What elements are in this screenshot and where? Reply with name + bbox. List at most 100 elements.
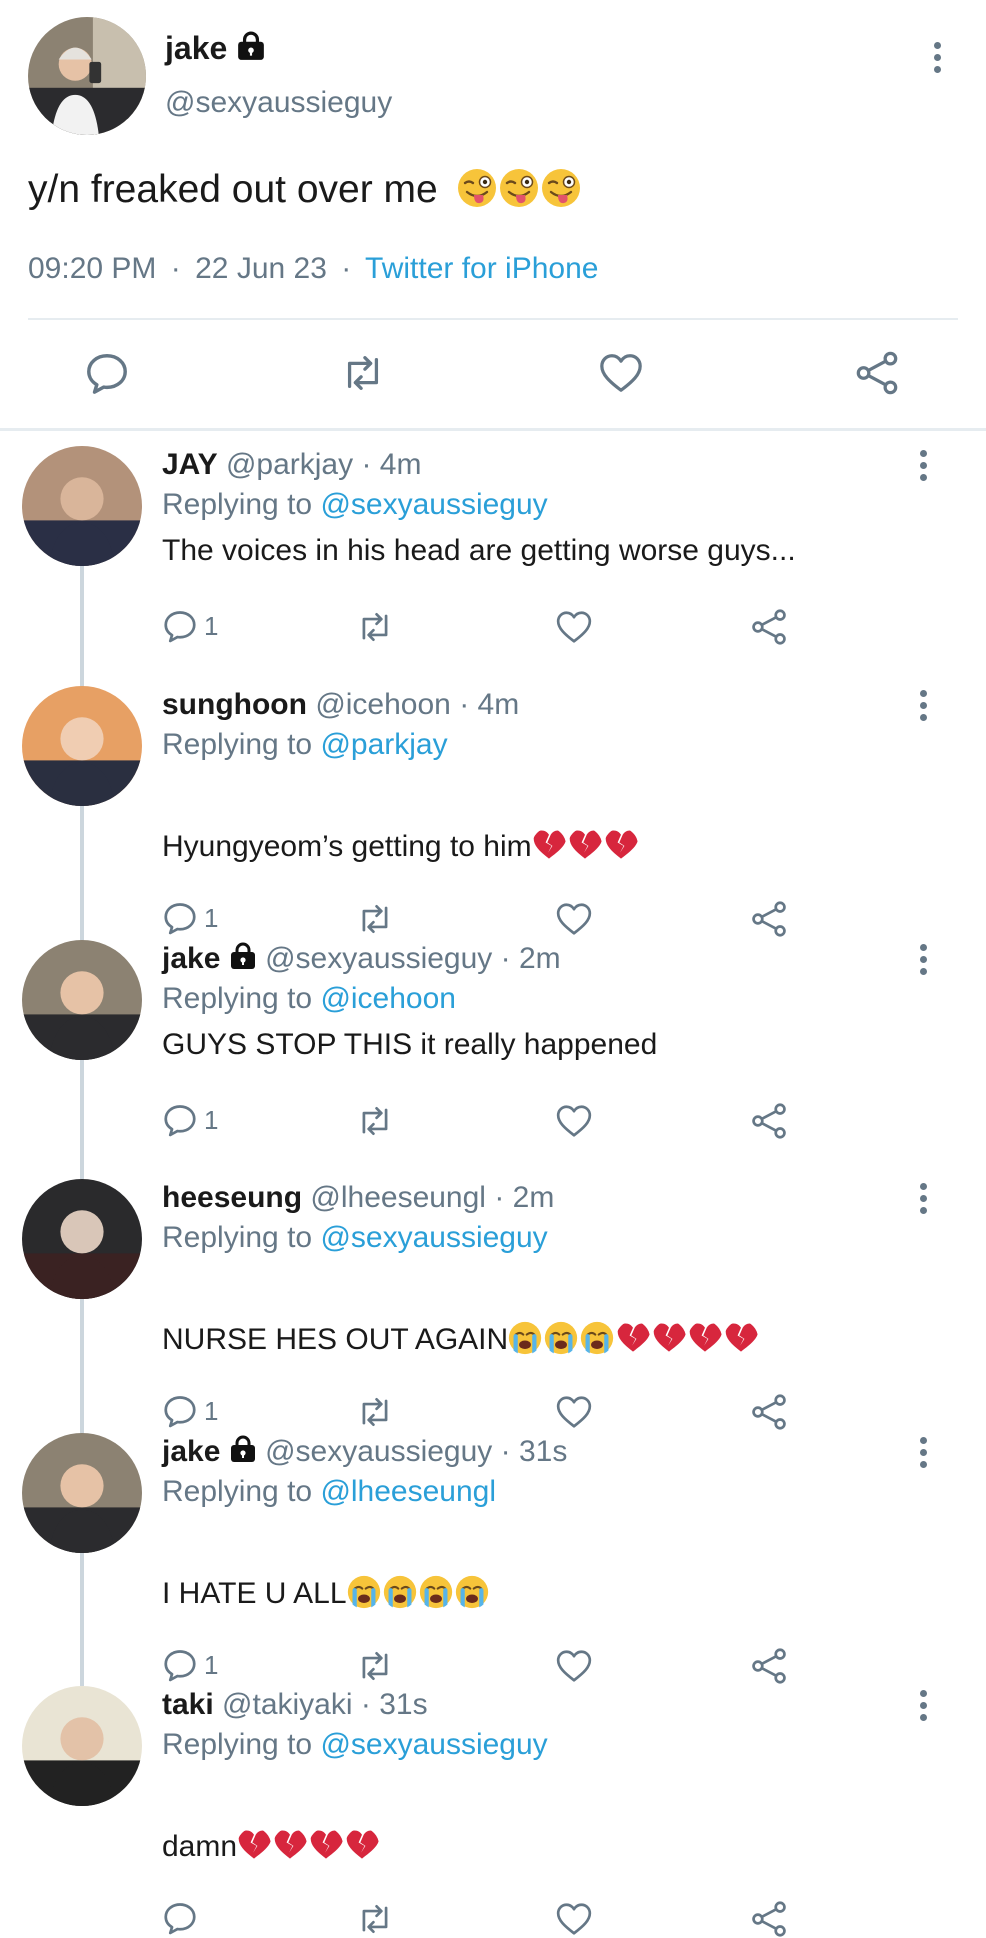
- share-icon[interactable]: [750, 1393, 788, 1431]
- reply-icon[interactable]: [162, 1102, 198, 1138]
- reply-text-row: damn: [162, 1828, 381, 1864]
- reply-icon[interactable]: [162, 900, 198, 936]
- more-options-icon[interactable]: [918, 1183, 928, 1219]
- reply-icon[interactable]: [162, 1647, 198, 1683]
- like-icon[interactable]: [555, 608, 593, 646]
- share-icon[interactable]: [750, 900, 788, 938]
- share-icon[interactable]: [750, 1900, 788, 1938]
- reply-icon[interactable]: [162, 1393, 198, 1429]
- reply-button[interactable]: 1: [162, 1647, 218, 1683]
- replying-to-link[interactable]: @parkjay: [320, 728, 447, 761]
- crying-emoji-icon: [419, 1575, 453, 1609]
- replying-to-link[interactable]: @sexyaussieguy: [320, 1221, 547, 1254]
- reply-icon[interactable]: [162, 1900, 198, 1936]
- author-handle[interactable]: @takiyaki: [222, 1688, 353, 1721]
- avatar[interactable]: [22, 1686, 142, 1806]
- avatar[interactable]: [22, 446, 142, 566]
- reply-icon[interactable]: [84, 350, 130, 396]
- author-name[interactable]: sunghoon: [162, 688, 307, 721]
- author-handle[interactable]: @icehoon: [315, 688, 451, 721]
- reply-text: I HATE U ALL: [162, 1577, 347, 1610]
- author-row: jake: [165, 30, 266, 67]
- avatar[interactable]: [22, 1179, 142, 1299]
- reply-button[interactable]: 1: [162, 1102, 218, 1138]
- replying-to-link[interactable]: @sexyaussieguy: [320, 488, 547, 521]
- like-icon[interactable]: [555, 1647, 593, 1685]
- reply-time: · 4m: [459, 688, 520, 721]
- author-handle[interactable]: @sexyaussieguy: [265, 1435, 492, 1468]
- reply-count: 1: [204, 1395, 219, 1426]
- share-icon[interactable]: [750, 1102, 788, 1140]
- divider: [28, 318, 958, 320]
- more-options-icon[interactable]: [932, 42, 942, 78]
- broken-heart-emoji-icon: [724, 1321, 758, 1355]
- retweet-icon[interactable]: [356, 1393, 394, 1431]
- reply-time: · 4m: [361, 448, 422, 481]
- like-icon[interactable]: [555, 1102, 593, 1140]
- share-icon[interactable]: [750, 1647, 788, 1685]
- avatar[interactable]: [22, 940, 142, 1060]
- author-name[interactable]: jake: [165, 30, 227, 66]
- like-icon[interactable]: [555, 900, 593, 938]
- replying-to-link[interactable]: @sexyaussieguy: [320, 1728, 547, 1761]
- wink-tongue-emoji-icon: [499, 168, 539, 208]
- author-name[interactable]: taki: [162, 1688, 214, 1721]
- retweet-icon[interactable]: [356, 1900, 394, 1938]
- reply-count: 1: [204, 1649, 219, 1680]
- author-name[interactable]: jake: [162, 942, 220, 975]
- reply-time: · 31s: [360, 1688, 428, 1721]
- avatar[interactable]: [22, 1433, 142, 1553]
- reply-button[interactable]: [162, 1900, 204, 1936]
- author-name[interactable]: jake: [162, 1435, 220, 1468]
- retweet-icon[interactable]: [356, 900, 394, 938]
- avatar[interactable]: [22, 686, 142, 806]
- like-icon[interactable]: [598, 350, 644, 396]
- replying-to-link[interactable]: @icehoon: [320, 982, 456, 1015]
- broken-heart-emoji-icon: [616, 1321, 650, 1355]
- reply-button[interactable]: 1: [162, 1393, 218, 1429]
- reply-count: 1: [204, 610, 219, 641]
- retweet-icon[interactable]: [356, 1102, 394, 1140]
- reply-header: JAY @parkjay · 4m: [162, 448, 421, 482]
- author-handle[interactable]: @parkjay: [226, 448, 353, 481]
- broken-heart-emoji-icon: [309, 1828, 343, 1862]
- replying-to-row: Replying to @icehoon: [162, 982, 456, 1016]
- author-name[interactable]: heeseung: [162, 1181, 302, 1214]
- like-icon[interactable]: [555, 1900, 593, 1938]
- more-options-icon[interactable]: [918, 944, 928, 980]
- author-handle[interactable]: @lheeseungl: [310, 1181, 486, 1214]
- reply-header: taki @takiyaki · 31s: [162, 1688, 428, 1722]
- reply-text: GUYS STOP THIS it really happened: [162, 1028, 658, 1061]
- retweet-icon[interactable]: [356, 608, 394, 646]
- reply-emoji: [508, 1323, 760, 1356]
- reply-button[interactable]: 1: [162, 608, 218, 644]
- replying-to-label: Replying to: [162, 1475, 313, 1508]
- broken-heart-emoji-icon: [652, 1321, 686, 1355]
- reply-text: The voices in his head are getting worse…: [162, 534, 796, 567]
- more-options-icon[interactable]: [918, 450, 928, 486]
- reply-icon[interactable]: [162, 608, 198, 644]
- author-handle[interactable]: @sexyaussieguy: [265, 942, 492, 975]
- author-handle[interactable]: @sexyaussieguy: [165, 86, 392, 120]
- broken-heart-emoji-icon: [532, 828, 566, 862]
- author-name[interactable]: JAY: [162, 448, 218, 481]
- broken-heart-emoji-icon: [568, 828, 602, 862]
- more-options-icon[interactable]: [918, 1690, 928, 1726]
- replying-to-row: Replying to @sexyaussieguy: [162, 1221, 548, 1255]
- share-icon[interactable]: [750, 608, 788, 646]
- retweet-icon[interactable]: [340, 350, 386, 396]
- like-icon[interactable]: [555, 1393, 593, 1431]
- more-options-icon[interactable]: [918, 1437, 928, 1473]
- reply-header: heeseung @lheeseungl · 2m: [162, 1181, 554, 1215]
- broken-heart-emoji-icon: [345, 1828, 379, 1862]
- tweet-source-link[interactable]: Twitter for iPhone: [365, 252, 598, 285]
- share-icon[interactable]: [854, 350, 900, 396]
- replying-to-link[interactable]: @lheeseungl: [320, 1475, 496, 1508]
- crying-emoji-icon: [508, 1321, 542, 1355]
- reply-button[interactable]: 1: [162, 900, 218, 936]
- more-options-icon[interactable]: [918, 690, 928, 726]
- reply-text-row: NURSE HES OUT AGAIN: [162, 1321, 760, 1357]
- avatar[interactable]: [28, 17, 146, 135]
- retweet-icon[interactable]: [356, 1647, 394, 1685]
- reply-text: damn: [162, 1830, 238, 1863]
